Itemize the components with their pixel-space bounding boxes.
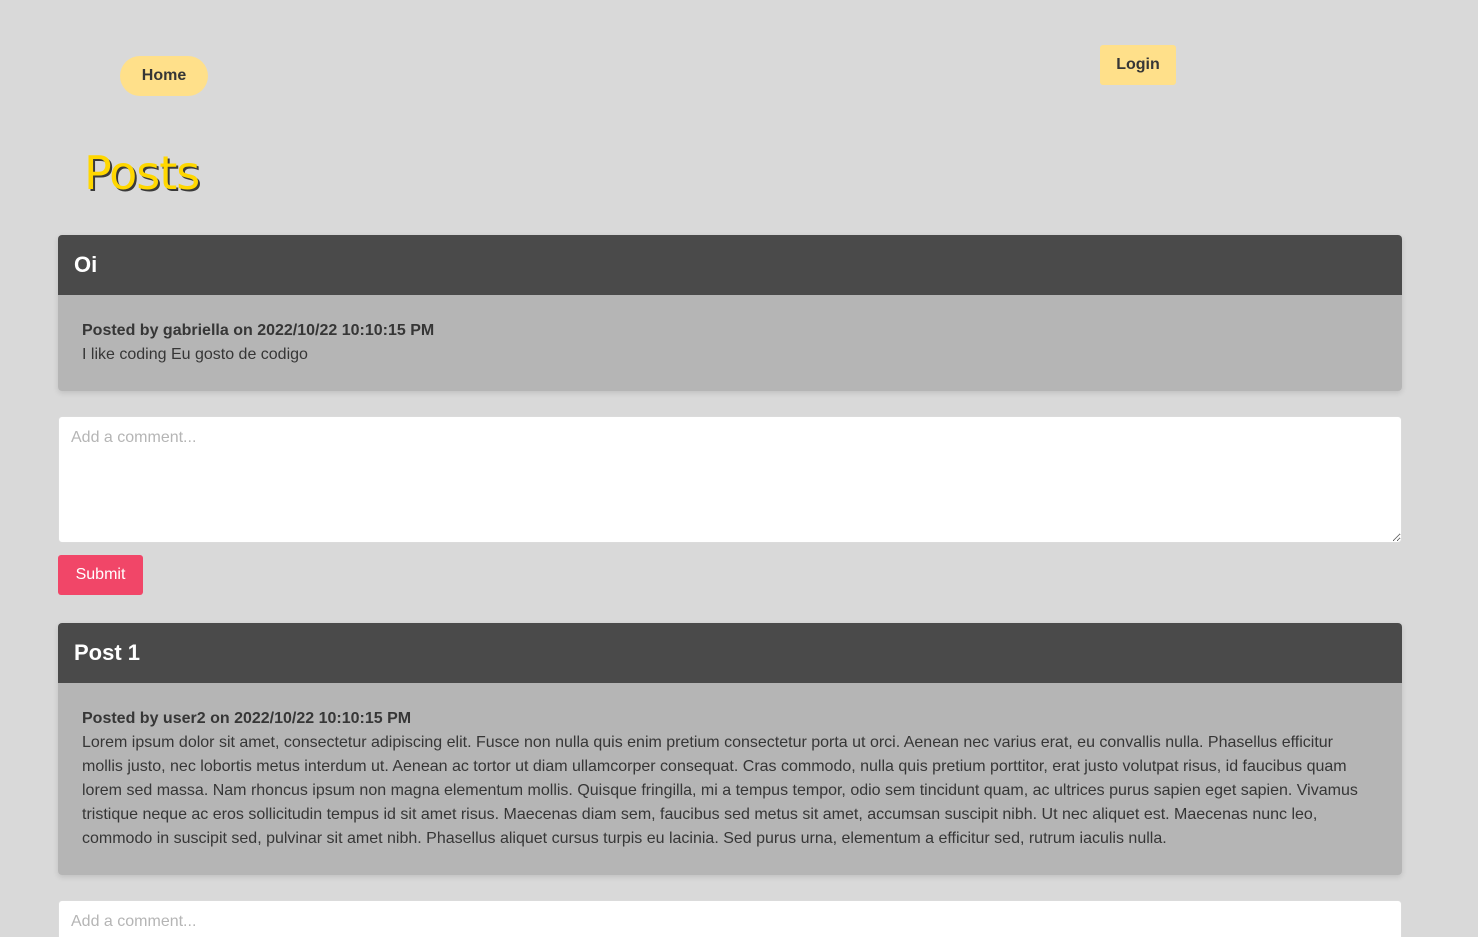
post-meta: Posted by gabriella on 2022/10/22 10:10:… [82, 319, 1378, 343]
home-button[interactable]: Home [120, 56, 208, 96]
post-body: Posted by gabriella on 2022/10/22 10:10:… [58, 295, 1402, 391]
post-title: Post 1 [58, 623, 1402, 683]
post-date: 2022/10/22 10:10:15 PM [257, 322, 435, 339]
post-card: Oi Posted by gabriella on 2022/10/22 10:… [58, 235, 1402, 391]
page-title: Posts [84, 146, 200, 200]
post-author: gabriella [162, 322, 229, 339]
login-button[interactable]: Login [1100, 45, 1176, 85]
posted-by-label: Posted by [82, 322, 159, 339]
comment-input[interactable] [58, 416, 1402, 543]
on-label: on [233, 322, 253, 339]
posted-by-label: Posted by [82, 710, 159, 727]
on-label: on [210, 710, 230, 727]
post-content: Lorem ipsum dolor sit amet, consectetur … [82, 734, 1358, 847]
post-title: Oi [58, 235, 1402, 295]
post-card: Post 1 Posted by user2 on 2022/10/22 10:… [58, 623, 1402, 875]
page: Home Login Posts Oi Posted by gabriella … [0, 0, 1478, 937]
comment-input[interactable] [58, 900, 1402, 937]
post-date: 2022/10/22 10:10:15 PM [234, 710, 412, 727]
post-content: I like coding Eu gosto de codigo [82, 346, 308, 363]
post-body: Posted by user2 on 2022/10/22 10:10:15 P… [58, 683, 1402, 875]
post-author: user2 [162, 710, 206, 727]
post-meta: Posted by user2 on 2022/10/22 10:10:15 P… [82, 707, 1378, 731]
submit-button[interactable]: Submit [58, 555, 143, 595]
